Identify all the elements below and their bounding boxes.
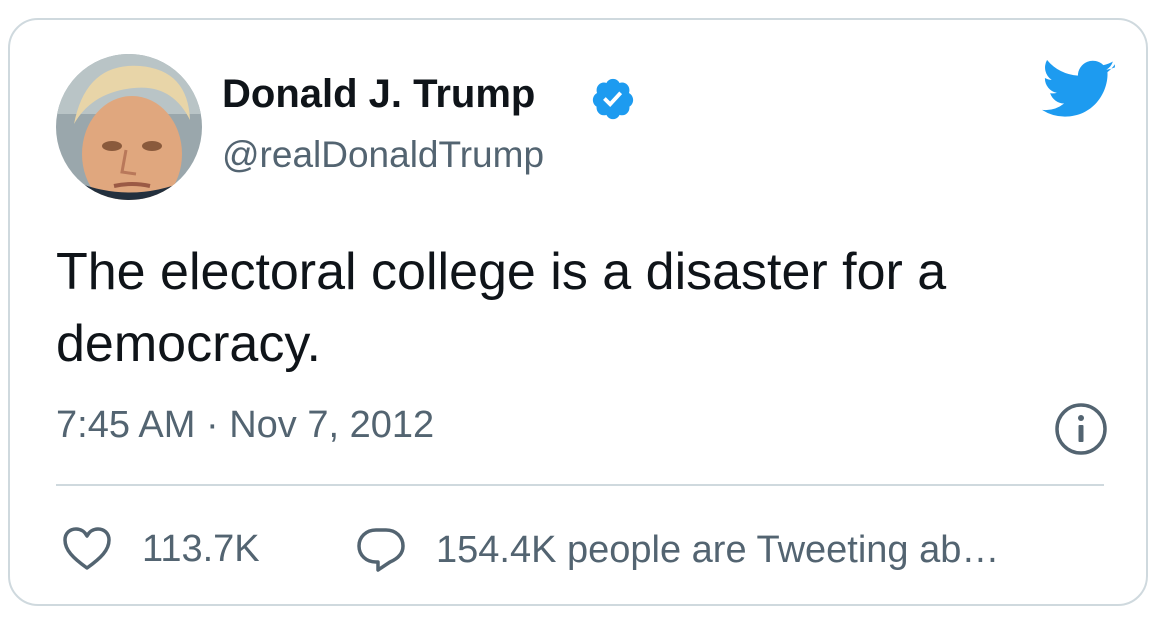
- avatar[interactable]: [56, 54, 202, 200]
- divider: [56, 484, 1104, 486]
- like-count: 113.7K: [142, 527, 260, 570]
- heart-icon: [63, 527, 111, 570]
- reply-button[interactable]: 154.4K people are Tweeting ab…: [356, 526, 999, 574]
- tweet-card[interactable]: Donald J. Trump @realDonaldTrump The ele…: [8, 18, 1148, 606]
- verified-badge-icon: [592, 78, 634, 120]
- conversation-label: 154.4K people are Tweeting ab…: [436, 528, 1000, 571]
- display-name[interactable]: Donald J. Trump: [222, 72, 535, 117]
- like-button[interactable]: 113.7K: [62, 526, 260, 572]
- avatar-image: [56, 54, 202, 200]
- twitter-bird-icon[interactable]: [1042, 60, 1116, 122]
- info-icon[interactable]: [1054, 402, 1108, 456]
- speech-bubble-icon: [357, 528, 405, 572]
- tweet-timestamp[interactable]: 7:45 AM · Nov 7, 2012: [56, 404, 434, 447]
- tweet-text: The electoral college is a disaster for …: [56, 243, 947, 373]
- user-handle[interactable]: @realDonaldTrump: [222, 134, 544, 176]
